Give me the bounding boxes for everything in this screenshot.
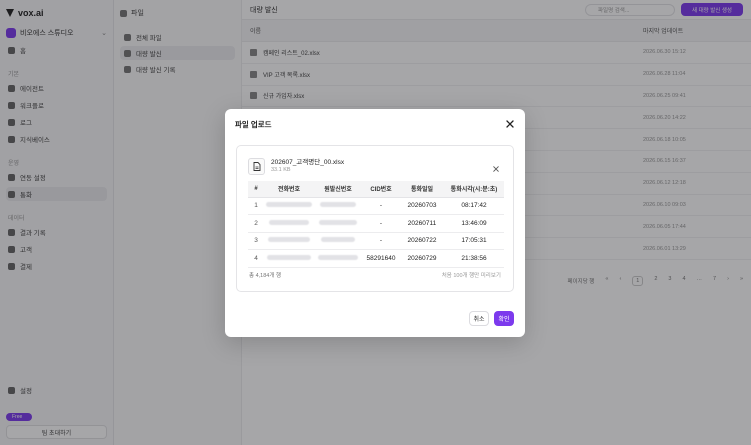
- total-rows-text: 총 4,184개 행: [249, 273, 281, 279]
- file-upload-modal: 파일 업로드 202607_고객명단_00.xlsx 33.1 KB # 전화번…: [225, 109, 525, 337]
- modal-header: 파일 업로드: [235, 117, 515, 131]
- column-header-phone: 전화번호: [264, 181, 314, 198]
- modal-title: 파일 업로드: [235, 119, 272, 129]
- caller-cell: [314, 232, 362, 251]
- row-index: 4: [248, 249, 264, 268]
- redacted-value: [269, 219, 309, 225]
- remove-file-button[interactable]: [491, 164, 501, 174]
- preview-row: 3 -20260722 17:05:31: [248, 232, 504, 251]
- caller-cell: [314, 197, 362, 216]
- time-cell: 17:05:31: [444, 232, 504, 251]
- close-button[interactable]: [505, 119, 515, 129]
- file-name: 202607_고객명단_00.xlsx: [271, 159, 345, 167]
- document-icon: [248, 158, 265, 175]
- date-cell: 20260703: [400, 197, 444, 216]
- preview-note: 처음 100개 행만 미리보기: [441, 273, 501, 279]
- file-size: 33.1 KB: [271, 166, 291, 173]
- preview-table-body: 1-20260703 08:17:42 2-20260711 13:46:09 3-20…: [248, 197, 504, 268]
- caller-cell: [314, 249, 362, 268]
- redacted-value: [320, 202, 356, 208]
- phone-cell: [264, 249, 314, 268]
- uploaded-file: 202607_고객명단_00.xlsx 33.1 KB: [248, 158, 344, 175]
- column-header-index: #: [248, 181, 264, 198]
- redacted-value: [268, 237, 310, 243]
- modal-actions: 취소 확인: [469, 311, 514, 326]
- date-cell: 20260722: [400, 232, 444, 251]
- cid-cell: -: [362, 232, 400, 251]
- upload-preview-box: 202607_고객명단_00.xlsx 33.1 KB # 전화번호 원발신번호…: [236, 145, 514, 292]
- redacted-value: [318, 255, 358, 261]
- time-cell: 21:38:56: [444, 249, 504, 268]
- redacted-value: [319, 219, 357, 225]
- cancel-button[interactable]: 취소: [469, 311, 489, 326]
- column-header-caller: 원발신번호: [314, 181, 362, 198]
- close-icon: [493, 166, 499, 172]
- time-cell: 13:46:09: [444, 214, 504, 233]
- redacted-value: [267, 255, 311, 261]
- cid-cell: 58291640: [362, 249, 400, 268]
- phone-cell: [264, 197, 314, 216]
- preview-row: 4 58291640 20260729 21:38:56: [248, 249, 504, 268]
- column-header-time: 통화시각(시:분:초): [444, 181, 504, 198]
- preview-header-row: # 전화번호 원발신번호 CID번호 통화일일 통화시각(시:분:초): [248, 181, 504, 198]
- row-index: 3: [248, 232, 264, 251]
- date-cell: 20260729: [400, 249, 444, 268]
- column-header-cid: CID번호: [362, 181, 400, 198]
- preview-row: 2 -20260711 13:46:09: [248, 214, 504, 233]
- time-cell: 08:17:42: [444, 197, 504, 216]
- redacted-value: [266, 202, 312, 208]
- cid-cell: -: [362, 214, 400, 233]
- row-index: 2: [248, 214, 264, 233]
- redacted-value: [321, 237, 355, 243]
- preview-row: 1 -20260703 08:17:42: [248, 197, 504, 216]
- caller-cell: [314, 214, 362, 233]
- date-cell: 20260711: [400, 214, 444, 233]
- cid-cell: -: [362, 197, 400, 216]
- column-header-date: 통화일일: [400, 181, 444, 198]
- confirm-button[interactable]: 확인: [494, 311, 514, 326]
- phone-cell: [264, 214, 314, 233]
- row-index: 1: [248, 197, 264, 216]
- phone-cell: [264, 232, 314, 251]
- preview-table: # 전화번호 원발신번호 CID번호 통화일일 통화시각(시:분:초) 1-20…: [248, 181, 504, 268]
- close-icon: [506, 120, 514, 128]
